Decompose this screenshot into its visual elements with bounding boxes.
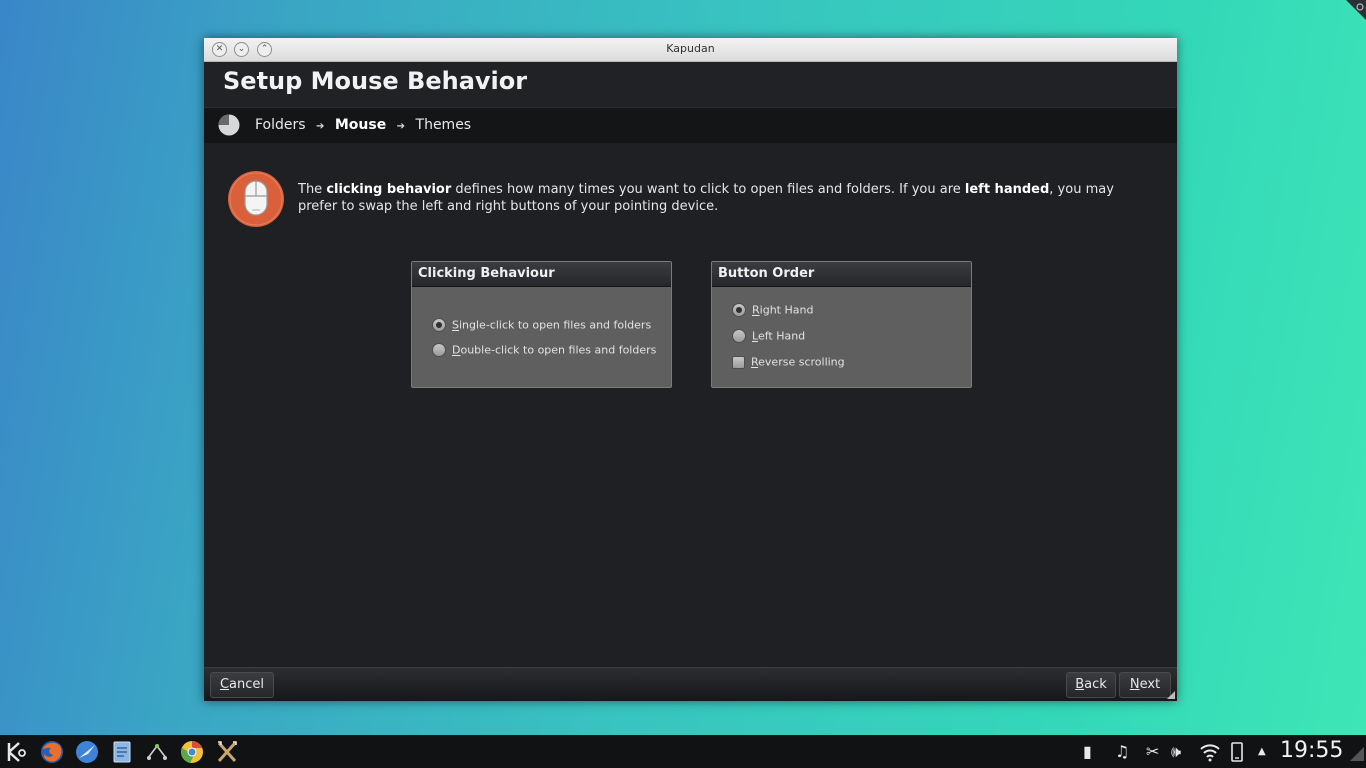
device-icon[interactable] (1230, 742, 1244, 762)
progress-pie-icon (218, 114, 240, 136)
group-title: Clicking Behaviour (412, 262, 671, 287)
panel-corner-icon[interactable] (1350, 747, 1364, 761)
volume-icon[interactable]: 🕪 (1171, 742, 1181, 762)
kapudan-window: ✕ ⌄ ⌃ Kapudan Setup Mouse Behavior Folde… (204, 38, 1177, 701)
kde-menu-icon[interactable] (5, 740, 29, 764)
radio-unselected-icon[interactable] (432, 343, 446, 357)
music-icon[interactable]: ♫ (1115, 742, 1129, 762)
radio-unselected-icon[interactable] (732, 329, 746, 343)
breadcrumb-separator: ➔ (396, 121, 406, 132)
breadcrumb-item-folders: Folders (255, 117, 306, 133)
reverse-scrolling-checkbox[interactable]: Reverse scrolling (732, 355, 845, 369)
next-button[interactable]: Next (1119, 672, 1171, 698)
breadcrumb-separator: ➔ (316, 121, 325, 132)
double-click-radio[interactable]: Double-click to open files and folders (432, 343, 656, 357)
single-click-radio[interactable]: Single-click to open files and folders (432, 318, 651, 332)
button-order-group: Button Order Right Hand Left Hand Revers… (711, 261, 972, 388)
clock[interactable]: 19:55 (1280, 738, 1343, 763)
breadcrumb-item-themes: Themes (415, 117, 472, 133)
tray-expand-icon[interactable]: ▲ (1258, 742, 1266, 762)
text-editor-icon[interactable] (110, 740, 134, 764)
mouse-icon (228, 171, 284, 227)
taskbar: ▮ ♫ ✂ 🕪 ▲ 19:55 (0, 735, 1366, 768)
page-title: Setup Mouse Behavior (223, 67, 528, 95)
breadcrumb-item-mouse: Mouse (334, 117, 387, 133)
page-header: Setup Mouse Behavior (204, 62, 1177, 107)
breadcrumb: Folders ➔ Mouse ➔ Themes (204, 107, 1177, 143)
clipboard-icon[interactable]: ▮ (1083, 742, 1092, 762)
desktop-toolbox-icon[interactable] (1336, 0, 1366, 24)
intro-description: The clicking behavior defines how many t… (298, 182, 1114, 214)
window-title: Kapudan (666, 42, 715, 55)
radio-selected-icon[interactable] (732, 303, 746, 317)
firefox-icon[interactable] (40, 740, 64, 764)
kapudan-icon[interactable] (215, 740, 239, 764)
network-manager-icon[interactable] (145, 740, 169, 764)
wifi-icon[interactable] (1199, 742, 1221, 762)
back-button[interactable]: Back (1066, 672, 1116, 698)
radio-selected-icon[interactable] (432, 318, 446, 332)
group-title: Button Order (712, 262, 971, 287)
footer-bar: Cancel Back Next (204, 667, 1177, 701)
browser-icon[interactable] (75, 740, 99, 764)
scissors-icon[interactable]: ✂ (1146, 742, 1159, 762)
clicking-behaviour-group: Clicking Behaviour Single-click to open … (411, 261, 672, 388)
chrome-icon[interactable] (180, 740, 204, 764)
resize-grip-icon[interactable] (1167, 691, 1175, 699)
cancel-button[interactable]: Cancel (210, 672, 274, 698)
left-hand-radio[interactable]: Left Hand (732, 329, 805, 343)
right-hand-radio[interactable]: Right Hand (732, 303, 813, 317)
checkbox-icon[interactable] (732, 355, 745, 369)
title-bar[interactable]: ✕ ⌄ ⌃ Kapudan (204, 38, 1177, 62)
